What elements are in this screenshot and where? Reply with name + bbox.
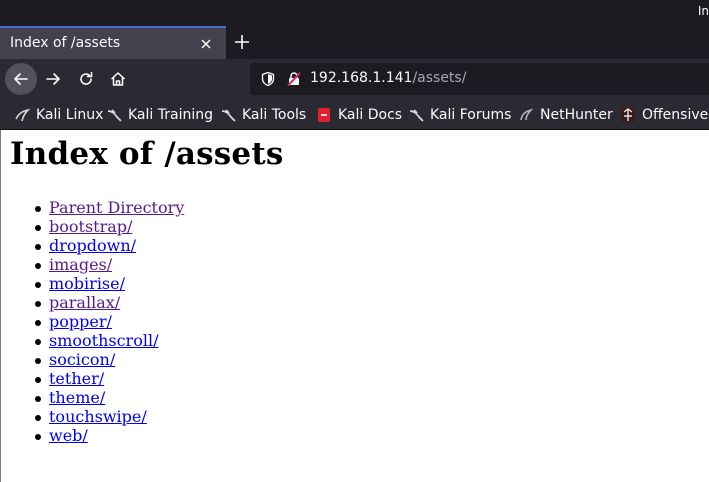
nethunter-icon <box>520 108 534 121</box>
bullet-icon <box>35 339 41 345</box>
bookmark-offensive[interactable]: Offensive <box>620 106 708 124</box>
new-tab-icon[interactable] <box>232 32 252 52</box>
kali-docs-icon <box>318 108 330 122</box>
bookmarks-toolbar: Kali Linux Kali Training Kali Tools Kali… <box>0 100 709 130</box>
tab-strip: Index of /assets <box>0 26 709 59</box>
directory-link[interactable]: web/ <box>49 426 88 445</box>
tracking-protection-shield-icon[interactable] <box>260 71 276 87</box>
bullet-icon <box>35 206 41 212</box>
bookmark-label: Offensive <box>642 107 709 123</box>
bullet-icon <box>35 225 41 231</box>
kali-dragon-icon <box>221 109 236 122</box>
directory-link[interactable]: theme/ <box>49 388 105 407</box>
directory-link[interactable]: tether/ <box>49 369 104 388</box>
bookmark-label: Kali Linux <box>36 107 104 123</box>
directory-link[interactable]: socicon/ <box>49 350 115 369</box>
directory-link[interactable]: parallax/ <box>49 293 120 312</box>
home-button[interactable] <box>102 63 134 95</box>
directory-link[interactable]: mobirise/ <box>49 274 125 293</box>
bullet-icon <box>35 263 41 269</box>
url-text: 192.168.1.141/assets/ <box>310 70 466 86</box>
page-title: Index of /assets <box>10 136 284 172</box>
window-titlebar: In <box>0 0 709 26</box>
reload-button[interactable] <box>70 63 102 95</box>
tab-title: Index of /assets <box>10 35 121 51</box>
back-button[interactable] <box>5 63 37 95</box>
tab-index-of-assets[interactable]: Index of /assets <box>0 26 226 59</box>
bookmark-kali-forums[interactable]: Kali Forums <box>408 106 511 124</box>
bookmark-kali-tools[interactable]: Kali Tools <box>220 106 306 124</box>
bookmark-kali-training[interactable]: Kali Training <box>106 106 213 124</box>
forward-arrow-icon <box>46 73 60 85</box>
bullet-icon <box>35 301 41 307</box>
directory-link[interactable]: dropdown/ <box>49 236 136 255</box>
bullet-icon <box>35 320 41 326</box>
directory-link[interactable]: images/ <box>49 255 112 274</box>
bookmark-label: Kali Forums <box>430 107 512 123</box>
bullet-icon <box>35 377 41 383</box>
bookmark-label: NetHunter <box>540 107 613 123</box>
home-icon <box>110 72 126 86</box>
bullet-icon <box>35 244 41 250</box>
bookmark-kali-docs[interactable]: Kali Docs <box>316 106 402 124</box>
window-title: In <box>697 4 709 18</box>
navigation-toolbar: 192.168.1.141/assets/ <box>0 59 709 100</box>
bullet-icon <box>35 434 41 440</box>
bookmark-label: Kali Training <box>128 107 213 123</box>
bullet-icon <box>35 282 41 288</box>
bookmark-nethunter[interactable]: NetHunter <box>518 106 613 124</box>
back-arrow-icon <box>14 73 28 85</box>
bullet-icon <box>35 415 41 421</box>
offsec-icon <box>621 108 635 122</box>
directory-link[interactable]: popper/ <box>49 312 112 331</box>
page-content: Index of /assets Parent Directory bootstr… <box>0 130 709 482</box>
bookmark-kali-linux[interactable]: Kali Linux <box>14 106 103 124</box>
reload-icon <box>80 71 93 85</box>
directory-link[interactable]: bootstrap/ <box>49 217 132 236</box>
kali-dragon-icon <box>107 109 122 122</box>
directory-link[interactable]: touchswipe/ <box>49 407 147 426</box>
address-bar[interactable]: 192.168.1.141/assets/ <box>250 63 709 95</box>
kali-dragon-icon <box>409 109 424 122</box>
url-host: 192.168.1.141 <box>310 70 413 86</box>
insecure-connection-lock-icon[interactable] <box>286 71 302 87</box>
bullet-icon <box>35 358 41 364</box>
bullet-icon <box>35 396 41 402</box>
close-tab-icon[interactable] <box>198 36 214 52</box>
bookmark-label: Kali Docs <box>338 107 403 123</box>
url-path: /assets/ <box>412 70 467 86</box>
forward-button[interactable] <box>37 63 69 95</box>
directory-link[interactable]: smoothscroll/ <box>49 331 158 350</box>
directory-link[interactable]: Parent Directory <box>49 198 184 217</box>
kali-dragon-icon <box>15 108 30 122</box>
bookmark-label: Kali Tools <box>242 107 307 123</box>
